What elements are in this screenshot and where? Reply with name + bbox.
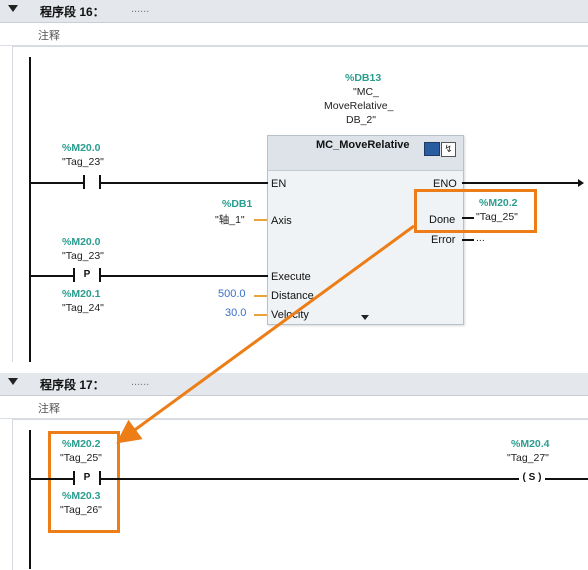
highlight-arrow	[116, 224, 415, 444]
